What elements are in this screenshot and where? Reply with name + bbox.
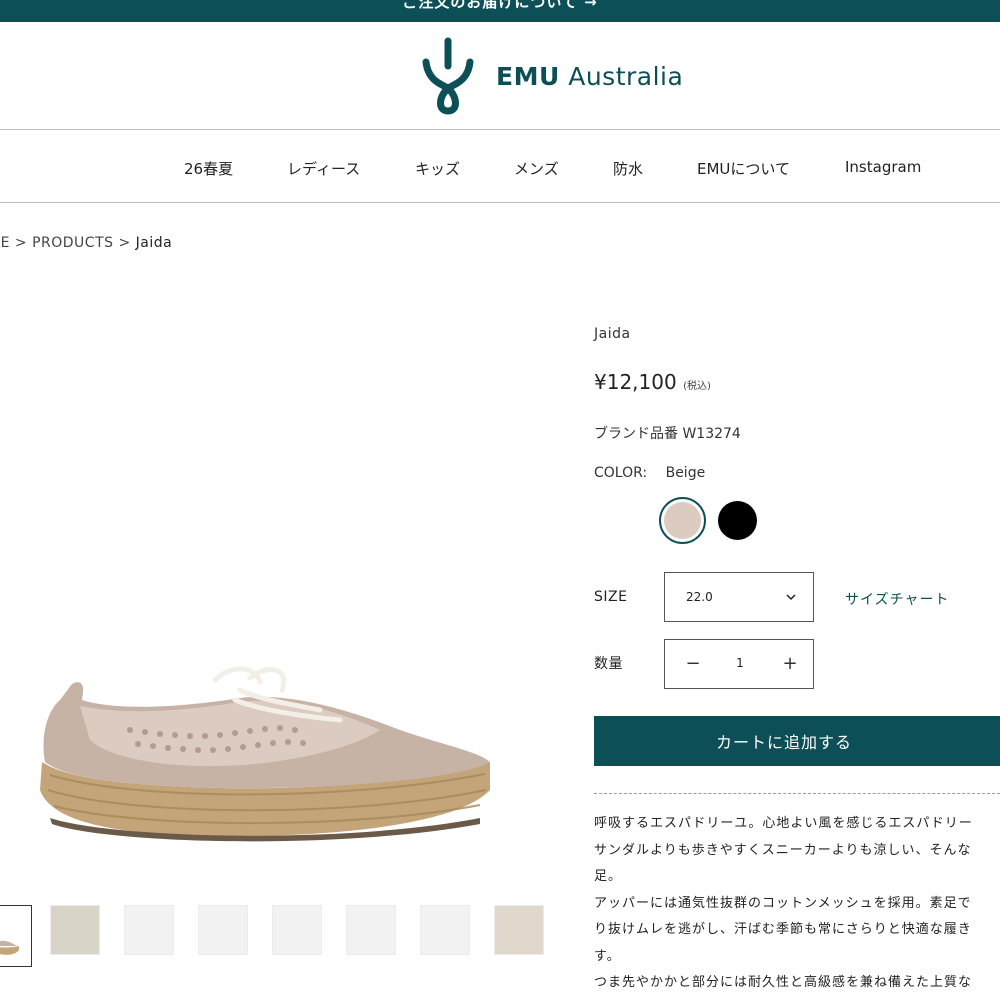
nav-item-waterproof[interactable]: 防水	[613, 158, 643, 179]
thumbnail-2[interactable]	[50, 905, 100, 955]
nav-item-about[interactable]: EMUについて	[697, 158, 790, 179]
thumbnail-shoe-icon	[0, 940, 19, 955]
product-price: ¥12,100 (税込)	[594, 370, 711, 394]
product-description: 呼吸するエスパドリーユ。心地よい風を感じるエスパドリー サンダルよりも歩きやすく…	[594, 811, 1000, 997]
quantity-label: 数量	[594, 656, 623, 672]
breadcrumb-home[interactable]: ME	[0, 235, 10, 251]
brand-wordmark: EMU Australia	[496, 61, 684, 91]
announcement-bar[interactable]: ご注文のお届けについて →	[0, 0, 1000, 22]
breadcrumb-products[interactable]: PRODUCTS	[32, 235, 113, 251]
announcement-text[interactable]: ご注文のお届けについて →	[0, 0, 1000, 12]
description-line: サンダルよりも歩きやすくスニーカーよりも涼しい、そんな	[594, 842, 972, 858]
description-line: す。	[594, 948, 621, 964]
tax-note: (税込)	[683, 381, 711, 392]
thumbnail-1[interactable]	[0, 905, 32, 967]
description-line: つま先やかかと部分には耐久性と高級感を兼ね備えた上質な	[594, 975, 973, 990]
divider	[594, 793, 1000, 794]
description-line: 呼吸するエスパドリーユ。心地よい風を感じるエスパドリー	[594, 816, 973, 831]
thumbnail-8[interactable]	[494, 905, 544, 955]
product-main-image[interactable]	[20, 640, 500, 854]
price-value: ¥12,100	[594, 370, 677, 394]
description-line: 足。	[594, 869, 623, 884]
quantity-decrease-button[interactable]: −	[678, 649, 708, 679]
description-line: アッパーには通気性抜群のコットンメッシュを採用。素足で	[594, 895, 972, 911]
shoe-image	[40, 666, 491, 842]
sku-value: W13274	[682, 426, 741, 442]
breadcrumb-current: Jaida	[135, 235, 173, 251]
nav-item-instagram[interactable]: Instagram	[845, 158, 921, 176]
size-chart-link[interactable]: サイズチャート	[845, 589, 949, 609]
chevron-down-icon	[786, 594, 796, 601]
color-label: COLOR:	[594, 465, 648, 481]
breadcrumb-separator: >	[14, 235, 28, 251]
color-value: Beige	[665, 465, 706, 481]
product-name: Jaida	[594, 326, 631, 342]
size-select-value: 22.0	[686, 590, 713, 604]
quantity-value[interactable]: 1	[725, 656, 755, 670]
thumbnail-6[interactable]	[346, 905, 396, 955]
breadcrumb: ME > PRODUCTS > Jaida	[0, 235, 172, 251]
nav-item-26ss[interactable]: 26春夏	[184, 158, 233, 179]
color-swatch-beige[interactable]	[659, 497, 706, 544]
emu-logo-icon	[422, 37, 474, 115]
color-row: COLOR: Beige	[594, 465, 705, 481]
sku-label: ブランド品番	[594, 426, 678, 442]
description-line: り抜けムレを逃がし、汗ばむ季節も常にさらりと快適な履き	[594, 922, 972, 937]
thumbnail-4[interactable]	[198, 905, 248, 955]
size-select[interactable]: 22.0	[664, 572, 814, 622]
brand-logo[interactable]: EMU Australia	[418, 36, 683, 116]
quantity-stepper[interactable]: − 1 +	[664, 639, 814, 689]
quantity-increase-button[interactable]: +	[775, 649, 805, 679]
main-nav: 26春夏 レディース キッズ メンズ 防水 EMUについて Instagram	[0, 131, 1000, 203]
nav-item-kids[interactable]: キッズ	[415, 158, 460, 179]
thumbnail-5[interactable]	[272, 905, 322, 955]
color-swatch-black[interactable]	[718, 501, 757, 540]
add-to-cart-label: カートに追加する	[715, 735, 852, 752]
size-label: SIZE	[594, 589, 628, 605]
breadcrumb-separator: >	[118, 235, 131, 251]
add-to-cart-button[interactable]: カートに追加する	[594, 716, 1000, 766]
thumbnail-3[interactable]	[124, 905, 174, 955]
thumbnail-7[interactable]	[420, 905, 470, 955]
nav-item-ladies[interactable]: レディース	[287, 158, 360, 179]
site-header: EMU Australia	[0, 22, 1000, 130]
nav-item-mens[interactable]: メンズ	[514, 158, 559, 179]
product-sku: ブランド品番 W13274	[594, 423, 741, 443]
